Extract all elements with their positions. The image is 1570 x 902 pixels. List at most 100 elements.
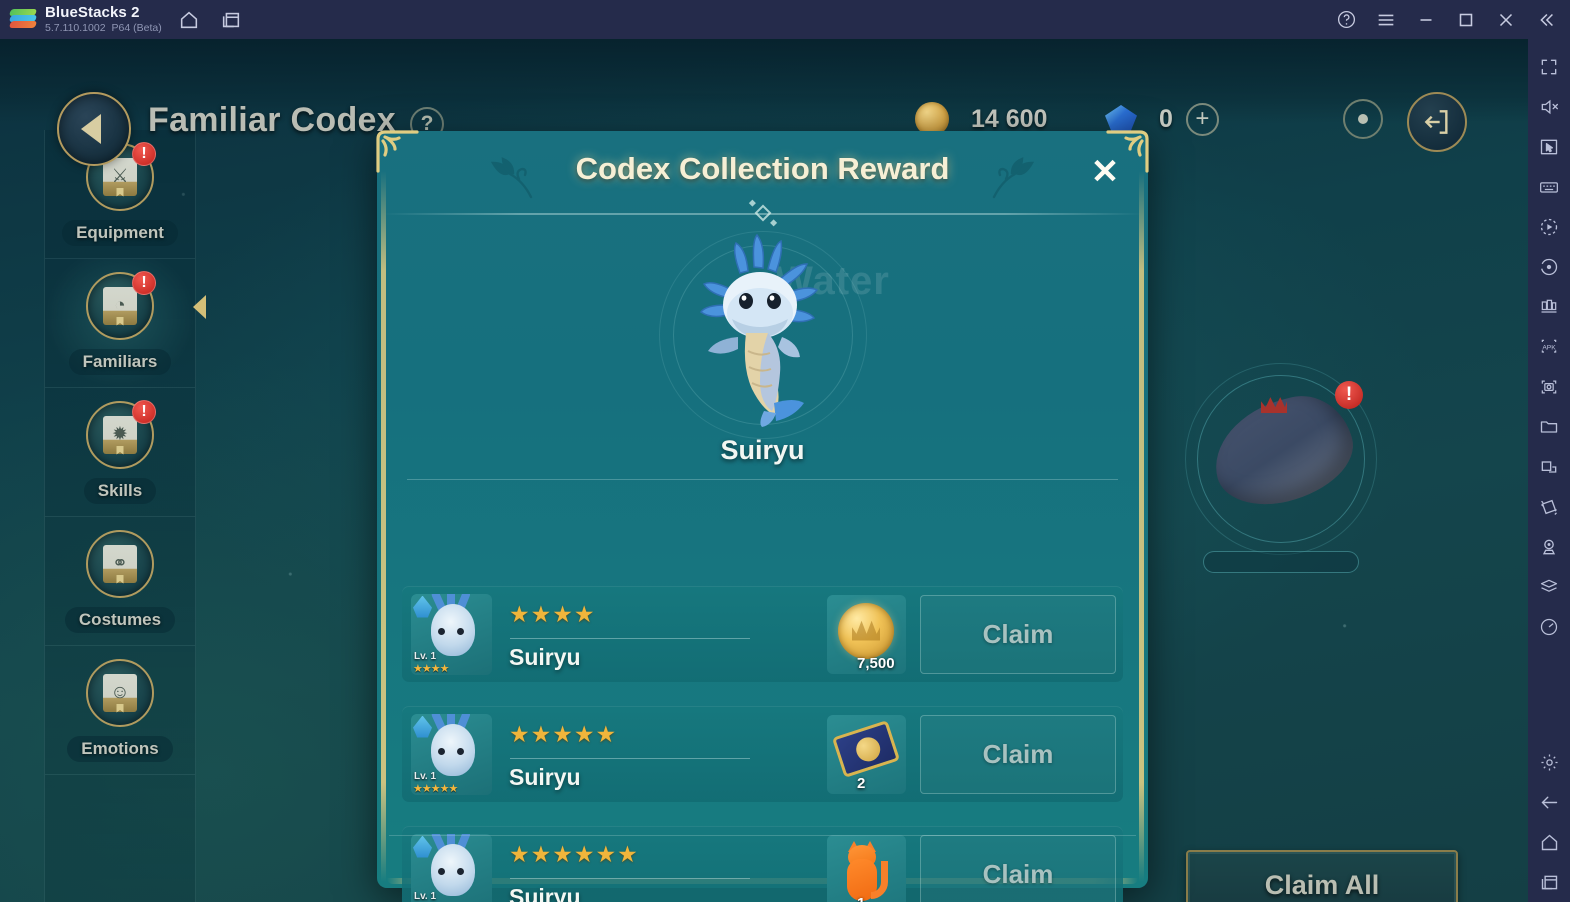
water-element-icon [413, 715, 432, 738]
star-rating: ★★★★★ [509, 720, 618, 747]
hero-familiar-art [668, 233, 858, 429]
fullscreen-icon[interactable] [1528, 47, 1570, 87]
version-number: 5.7.110.1002 [45, 21, 106, 34]
mute-icon[interactable] [1528, 87, 1570, 127]
table-row[interactable]: Lv. 1 ★★★★★ ★★★★★ Suiryu 2 Claim [402, 706, 1123, 802]
diamond-ornament-icon [754, 204, 771, 222]
target-icon [1358, 114, 1368, 124]
row-underline [510, 877, 750, 879]
sidebar-item-label: Familiars [68, 348, 172, 375]
claim-label: Claim [982, 858, 1054, 889]
gold-value: 14 600 [971, 104, 1048, 133]
familiar-name-bar [1203, 551, 1359, 573]
avatar-star-rating: ★★★★★ [413, 782, 458, 795]
bluestacks-titlebar: BlueStacks 2 5.7.110.1002 P64 (Beta) [0, 0, 1570, 39]
home-icon[interactable] [174, 5, 204, 35]
book-glyph: ⚭ [103, 544, 137, 583]
sidebar-item-familiars[interactable]: ◔ ! Familiars [45, 259, 206, 388]
alert-badge: ! [132, 270, 156, 295]
build-tag: P64 (Beta) [111, 21, 162, 34]
claim-button[interactable]: Claim [920, 834, 1116, 902]
hero-familiar-name: Suiryu [720, 435, 805, 465]
bluestacks-logo [8, 8, 38, 31]
reward-quantity: 1 [857, 895, 865, 902]
back-icon[interactable] [1528, 782, 1570, 822]
gem-icon [1105, 105, 1137, 133]
layers-icon[interactable] [1528, 567, 1570, 607]
reward-quantity: 7,500 [857, 654, 895, 672]
orange-cat-icon [843, 840, 889, 902]
shake-icon[interactable] [1528, 487, 1570, 527]
home-icon[interactable] [1528, 822, 1570, 862]
settings-icon[interactable] [1528, 742, 1570, 782]
help-icon[interactable] [1326, 0, 1366, 39]
performance-icon[interactable] [1528, 607, 1570, 647]
record-icon[interactable] [1528, 247, 1570, 287]
maximize-icon[interactable] [1446, 0, 1486, 39]
window-controls [1326, 0, 1570, 39]
book-glyph: ◔ [103, 286, 137, 325]
water-element-icon [413, 595, 432, 618]
claim-all-button[interactable]: Claim All [1186, 850, 1458, 902]
svg-text:APK: APK [1542, 345, 1556, 352]
background-familiar-card[interactable]: ! [1183, 361, 1379, 573]
keyboard-controls-icon[interactable] [1528, 167, 1570, 207]
exit-button[interactable] [1407, 92, 1467, 152]
menu-icon[interactable] [1366, 0, 1406, 39]
add-gems-button[interactable]: + [1185, 102, 1219, 136]
table-row[interactable]: Lv. 1 ★★★★★★ ★★★★★★ Suiryu 1 Claim [402, 826, 1123, 902]
reward-rows: Lv. 1 ★★★★ ★★★★ Suiryu 7,500 Claim Lv. 1… [402, 586, 1123, 902]
multi-instance-manager-icon[interactable] [1528, 287, 1570, 327]
bluestacks-sidebar: APK [1528, 39, 1570, 902]
recents-icon[interactable] [1528, 862, 1570, 902]
install-apk-icon[interactable]: APK [1528, 327, 1570, 367]
alert-badge: ! [1335, 381, 1363, 409]
avatar-star-rating: ★★★★ [413, 662, 449, 675]
claim-button[interactable]: Claim [920, 714, 1116, 794]
macro-play-icon[interactable] [1528, 207, 1570, 247]
water-element-icon [413, 835, 432, 858]
table-row[interactable]: Lv. 1 ★★★★ ★★★★ Suiryu 7,500 Claim [402, 586, 1123, 682]
sidebar-item-skills[interactable]: ✹ ! Skills [45, 388, 195, 517]
claim-label: Claim [982, 618, 1054, 649]
screenshot-icon[interactable] [1528, 367, 1570, 407]
reward-item-orange-cat[interactable]: 1 [827, 834, 906, 902]
familiar-avatar: Lv. 1 ★★★★★ [411, 713, 492, 795]
sidebar-item-label: Emotions [67, 735, 173, 762]
codex-collection-reward-dialog: Codex Collection Reward ✕ Water Suiryu L… [376, 130, 1149, 902]
claim-all-label: Claim All [1264, 869, 1380, 900]
hero-section: Water Suiryu [385, 223, 1140, 480]
back-arrow-icon [81, 114, 101, 144]
reward-item-summon-ticket[interactable]: 2 [827, 714, 906, 794]
sidebar-item-emotions[interactable]: ☺ Emotions [45, 646, 195, 775]
sidebar-item-label: Costumes [64, 606, 176, 633]
row-underline [510, 637, 750, 639]
close-icon[interactable]: ✕ [1084, 151, 1126, 193]
game-viewport: Familiar Codex ? 14 600 0 + ⚔ ! Equipmen… [0, 39, 1528, 902]
close-icon[interactable] [1486, 0, 1526, 39]
cursor-icon[interactable] [1528, 127, 1570, 167]
location-icon[interactable] [1528, 527, 1570, 567]
collapse-icon[interactable] [1526, 0, 1566, 39]
back-button[interactable] [57, 92, 131, 166]
familiars-book-icon: ◔ ! [86, 270, 156, 340]
sidebar-item-label: Equipment [62, 219, 178, 246]
active-indicator-icon [193, 295, 206, 319]
reward-quantity: 2 [857, 774, 866, 792]
gold-coin-icon [838, 602, 894, 659]
reward-item-gold-coin[interactable]: 7,500 [827, 594, 906, 674]
target-button[interactable] [1343, 99, 1383, 139]
pip-icon[interactable] [1528, 447, 1570, 487]
emotions-book-icon: ☺ [86, 658, 154, 727]
media-folder-icon[interactable] [1528, 407, 1570, 447]
familiar-name: Suiryu [509, 763, 581, 790]
hero-divider [407, 479, 1118, 480]
multi-instance-icon[interactable] [216, 5, 246, 35]
skills-book-icon: ✹ ! [86, 399, 156, 469]
avatar-level: Lv. 1 [414, 770, 437, 782]
minimize-icon[interactable] [1406, 0, 1446, 39]
book-glyph: ✹ [103, 415, 137, 454]
sidebar-item-costumes[interactable]: ⚭ Costumes [45, 517, 195, 646]
star-rating: ★★★★★★ [509, 840, 639, 867]
claim-button[interactable]: Claim [920, 594, 1116, 674]
